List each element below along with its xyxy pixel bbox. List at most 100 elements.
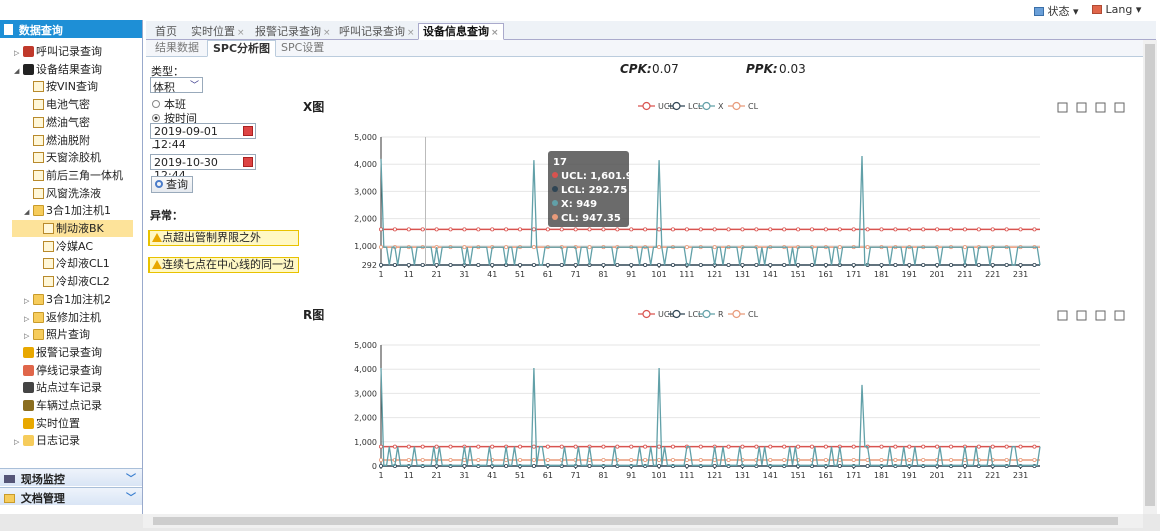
sidebar-item[interactable]: 前后三角一体机: [0, 167, 142, 184]
close-icon[interactable]: ×: [491, 28, 499, 38]
series-point: [379, 262, 384, 267]
sidebar-item[interactable]: ▷ 照片查询: [0, 326, 142, 343]
series-point: [420, 457, 425, 462]
x-tick-label: 1: [378, 270, 383, 279]
sidebar-item[interactable]: ▷ 呼叫记录查询: [0, 43, 142, 60]
expand-down-icon[interactable]: ◢: [24, 204, 33, 221]
series-point: [823, 262, 828, 267]
subtab[interactable]: SPC分析图: [207, 40, 277, 57]
accordion-monitor[interactable]: 现场监控 ﹀: [0, 468, 142, 486]
x-tick-label: 31: [459, 270, 469, 279]
expand-right-icon[interactable]: ▷: [24, 328, 33, 345]
sidebar-item[interactable]: 冷却液CL2: [0, 273, 142, 290]
x-tick-label: 231: [1013, 270, 1028, 279]
series-point: [809, 444, 814, 449]
tab[interactable]: 实时位置 ×: [186, 23, 250, 40]
series-point: [531, 444, 536, 449]
calendar-icon[interactable]: [243, 126, 253, 136]
expand-down-icon[interactable]: ◢: [14, 63, 23, 80]
series-point: [531, 227, 536, 232]
close-icon[interactable]: ×: [407, 28, 415, 38]
sidebar-item-label: 燃油气密: [46, 115, 90, 129]
expand-right-icon[interactable]: ▷: [24, 311, 33, 328]
series-point: [379, 227, 384, 232]
series-point: [782, 262, 787, 267]
sidebar-item[interactable]: 燃油气密: [0, 114, 142, 131]
status-menu[interactable]: 状态 ▾: [1034, 3, 1079, 19]
x-tick-label: 51: [515, 471, 525, 480]
scroll-thumb[interactable]: [153, 517, 1118, 525]
sidebar-header[interactable]: 数据查询: [0, 20, 142, 38]
warning-text: 点超出管制界限之外: [162, 231, 261, 244]
series-point: [573, 444, 578, 449]
series-point: [1032, 262, 1037, 267]
legend-marker: [702, 101, 711, 111]
series-point: [1018, 444, 1023, 449]
series-point: [657, 463, 662, 468]
sidebar-item[interactable]: 燃油脱附: [0, 132, 142, 149]
accordion-documents[interactable]: 文档管理 ﹀: [0, 487, 142, 505]
sidebar-item[interactable]: ◢ 3合1加注机1: [0, 202, 142, 219]
doc-icon: [43, 223, 54, 234]
series-point: [657, 227, 662, 232]
series-point: [1004, 444, 1009, 449]
sidebar-item[interactable]: ▷ 返修加注机: [0, 309, 142, 326]
close-icon[interactable]: ×: [323, 28, 331, 38]
date-from-value: 2019-09-01 12:44: [154, 125, 218, 151]
close-icon[interactable]: ×: [237, 28, 245, 38]
tab[interactable]: 报警记录查询 ×: [250, 23, 336, 40]
series-point: [1004, 262, 1009, 267]
y-tick-label: 5,000: [354, 133, 377, 142]
tab[interactable]: 设备信息查询 ×: [418, 23, 504, 40]
sidebar-item-label: 天窗涂胶机: [46, 151, 101, 165]
sidebar-item[interactable]: 停线记录查询: [0, 362, 142, 379]
scroll-thumb[interactable]: [1145, 44, 1155, 506]
type-select[interactable]: 体积 ﹀: [150, 77, 203, 94]
x-tick-label: 221: [985, 471, 1000, 480]
x-tick-label: 201: [929, 471, 944, 480]
sidebar-item[interactable]: ▷ 日志记录: [0, 432, 142, 449]
expand-right-icon[interactable]: ▷: [14, 434, 23, 451]
sidebar-item[interactable]: 按VIN查询: [0, 78, 142, 95]
series-point: [837, 457, 842, 462]
sidebar-item[interactable]: 冷却液CL1: [0, 255, 142, 272]
sidebar-item[interactable]: 天窗涂胶机: [0, 149, 142, 166]
sidebar-item[interactable]: 风窗洗涤液: [0, 185, 142, 202]
x-tick-label: 11: [404, 270, 414, 279]
user-menu[interactable]: Lang ▾: [1092, 3, 1141, 16]
date-to-input[interactable]: 2019-10-30 12:44: [150, 154, 256, 182]
x-tick-label: 111: [679, 270, 694, 279]
expand-right-icon[interactable]: ▷: [24, 293, 33, 310]
series-point: [851, 227, 856, 232]
sidebar-item[interactable]: 冷媒AC: [0, 238, 142, 255]
tab[interactable]: 首页: [150, 23, 182, 40]
series-point: [1018, 457, 1023, 462]
series-point: [907, 457, 912, 462]
x-tick-label: 191: [902, 270, 917, 279]
expand-right-icon[interactable]: ▷: [14, 45, 23, 62]
subtab[interactable]: SPC设置: [276, 40, 329, 57]
x-tick-label: 171: [846, 270, 861, 279]
legend-marker: [672, 309, 681, 319]
query-button[interactable]: 查询: [151, 176, 193, 193]
folder-icon: [33, 293, 44, 305]
vertical-scrollbar[interactable]: [1143, 40, 1157, 514]
series-point: [823, 457, 828, 462]
stop-icon: [23, 364, 34, 376]
sidebar-item[interactable]: 车辆过点记录: [0, 397, 142, 414]
date-from-input[interactable]: 2019-09-01 12:44: [150, 123, 256, 151]
subtab[interactable]: 结果数据: [150, 40, 204, 57]
sidebar-item[interactable]: ▷ 3合1加注机2: [0, 291, 142, 308]
tab[interactable]: 呼叫记录查询 ×: [334, 23, 420, 40]
sidebar-item[interactable]: 电池气密: [0, 96, 142, 113]
sidebar-item[interactable]: ◢ 设备结果查询: [0, 61, 142, 78]
sidebar-item[interactable]: 制动液BK: [12, 220, 133, 237]
folder-icon: [33, 311, 44, 323]
phone-icon: [23, 46, 34, 57]
series-point: [921, 457, 926, 462]
calendar-icon[interactable]: [243, 157, 253, 167]
sidebar-item[interactable]: 站点过车记录: [0, 379, 142, 396]
sidebar-item[interactable]: 实时位置: [0, 415, 142, 432]
horizontal-scrollbar[interactable]: [143, 514, 1143, 528]
sidebar-item[interactable]: 报警记录查询: [0, 344, 142, 361]
